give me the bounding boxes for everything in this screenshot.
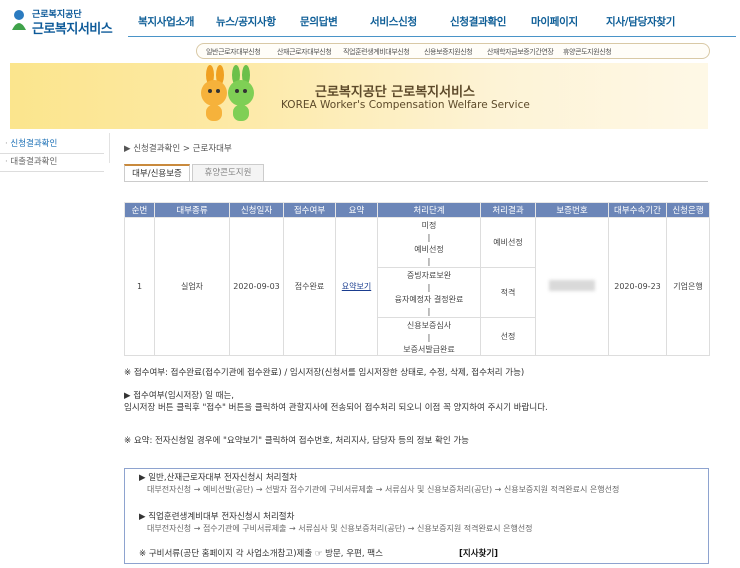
redacted-value [549, 280, 595, 291]
process-general-body: 대부전자신청 → 예비선발(공단) → 선발자 접수기관에 구비서류제출 → 서… [147, 485, 620, 494]
process-training-title: ▶ 직업훈련생계비대부 전자신청시 처리절차 [139, 512, 295, 522]
find-branch-link[interactable]: [지사찾기] [459, 547, 498, 559]
stage-block: 증빙자료보완 | 융자예정자 결정완료 | [378, 268, 480, 318]
col-header: 대부종류 [154, 202, 230, 218]
col-header: 처리단계 [377, 202, 481, 218]
cell-stages: 미정 | 예비선정 | 증빙자료보완 | 융자예정자 결정완료 | 신용보증심사… [377, 217, 481, 356]
col-header: 순번 [124, 202, 155, 218]
col-header: 신청일자 [229, 202, 284, 218]
cell-guarantee-no [535, 217, 609, 356]
gnb-item-intro[interactable]: 복지사업소개 [138, 14, 194, 29]
hero-banner: 근로복지공단 근로복지서비스 KOREA Worker's Compensati… [10, 63, 708, 129]
side-menu-label: 대출결과확인 [10, 157, 58, 167]
cell-date: 2020-09-03 [229, 217, 284, 356]
breadcrumb: ▶ 신청결과확인 > 근로자대부 [124, 144, 232, 154]
note-summary: ※ 요약: 전자신청일 경우에 "요약보기" 클릭하여 접수번호, 처리지사, … [124, 436, 469, 446]
table-header-row: 순번 대부종류 신청일자 접수여부 요약 처리단계 처리결과 보증번호 대부수속… [124, 202, 710, 218]
stage-label: 미정 [421, 221, 437, 230]
stage-connector: | [427, 283, 431, 292]
stage-connector: | [427, 307, 431, 316]
gnb-item-mypage[interactable]: 마이페이지 [531, 14, 578, 29]
gnb-item-qna[interactable]: 문의답변 [300, 14, 338, 29]
stage-label: 예비선정 [414, 245, 444, 254]
cell-period: 2020-09-23 [608, 217, 667, 356]
gnb-item-result[interactable]: 신청결과확인 [450, 14, 506, 29]
note-status: ※ 접수여부: 접수완료(접수기관에 접수완료) / 임시저장(신청서를 임시저… [124, 368, 525, 378]
table-row: 1 실업자 2020-09-03 접수완료 요약보기 미정 | 예비선정 | 증… [124, 217, 710, 356]
stage-block: 신용보증심사 | 보증서발급완료 [379, 318, 480, 355]
cell-type: 실업자 [154, 217, 230, 356]
process-info-box: ▶ 일반,산재근로자대부 전자신청시 처리절차 대부전자신청 → 예비선발(공단… [124, 468, 709, 564]
result-value: 예비선정 [481, 219, 535, 268]
required-docs-note: ※ 구비서류(공단 홈페이지 각 사업소개참고)제출 ☞ 방문, 우편, 팩스 [139, 549, 383, 559]
side-menu-label: 신청결과확인 [10, 139, 58, 149]
banner-subtitle: KOREA Worker's Compensation Welfare Serv… [281, 99, 530, 111]
stage-label: 융자예정자 결정완료 [394, 295, 464, 304]
subnav-item-general-loan[interactable]: 일반근로자대부신청 [206, 47, 261, 57]
stage-block: 미정 | 예비선정 | [378, 219, 480, 268]
banner-title: 근로복지공단 근로복지서비스 [315, 85, 476, 100]
gnb-item-apply[interactable]: 서비스신청 [370, 14, 417, 29]
process-training-body: 대부전자신청 → 접수기관에 구비서류제출 → 서류심사 및 신용보증처리(공단… [147, 524, 533, 533]
cell-results: 예비선정 적격 선정 [480, 217, 536, 356]
col-header: 대부수속기간 [608, 202, 667, 218]
logo-mark-icon [12, 10, 26, 30]
col-header: 요약 [335, 202, 378, 218]
stage-connector: | [427, 333, 431, 342]
subnav-item-condo[interactable]: 휴양콘도지원신청 [563, 47, 612, 57]
tab-underline [124, 181, 708, 182]
stage-connector: | [427, 233, 431, 242]
mascot-icon [201, 65, 254, 121]
note-temp-title: ▶ 접수여부(임시저장) 일 때는, [124, 391, 234, 401]
subnav-item-credit-guarantee[interactable]: 신용보증지원신청 [424, 47, 473, 57]
logo-service: 근로복지서비스 [32, 22, 113, 37]
side-menu-item-loan-result[interactable]: · 대출결과확인 [0, 154, 104, 172]
stage-label: 보증서발급완료 [403, 345, 455, 354]
result-value: 적격 [481, 268, 535, 318]
logo[interactable]: 근로복지공단 근로복지서비스 [10, 7, 122, 37]
summary-link[interactable]: 요약보기 [342, 282, 371, 291]
stage-connector: | [427, 257, 431, 266]
result-table: 순번 대부종류 신청일자 접수여부 요약 처리단계 처리결과 보증번호 대부수속… [124, 202, 710, 356]
stage-label: 증빙자료보완 [406, 271, 452, 280]
subnav-item-industrial-loan[interactable]: 산재근로자대부신청 [277, 47, 332, 57]
side-menu: · 신청결과확인 · 대출결과확인 [0, 136, 104, 172]
col-header: 신청은행 [666, 202, 710, 218]
col-header: 접수여부 [283, 202, 336, 218]
col-header: 처리결과 [480, 202, 536, 218]
gnb-item-branch[interactable]: 지사/담당자찾기 [606, 14, 675, 29]
side-menu-item-result[interactable]: · 신청결과확인 [0, 136, 104, 154]
note-temp-body: 임시저장 버튼 클릭후 "접수" 버튼을 클릭하여 관할지사에 전송되어 접수처… [124, 403, 548, 413]
result-value: 선정 [500, 332, 516, 341]
tab-loan-guarantee[interactable]: 대부/신용보증 [124, 164, 190, 182]
cell-status: 접수완료 [283, 217, 336, 356]
nav-divider [128, 36, 736, 37]
cell-summary: 요약보기 [335, 217, 378, 356]
stage-label: 신용보증심사 [406, 321, 452, 330]
process-general-title: ▶ 일반,산재근로자대부 전자신청시 처리절차 [139, 473, 298, 483]
tab-condo[interactable]: 휴양콘도지원 [192, 164, 264, 182]
subnav-item-training-loan[interactable]: 직업훈련생계비대부신청 [343, 47, 410, 57]
divider [109, 133, 110, 163]
cell-bank: 기업은행 [666, 217, 710, 356]
subnav-item-tuition-extension[interactable]: 산재학자금보증기간연장 [487, 47, 554, 57]
cell-no: 1 [124, 217, 155, 356]
sub-nav: 일반근로자대부신청 산재근로자대부신청 직업훈련생계비대부신청 신용보증지원신청… [196, 43, 710, 59]
gnb-item-news[interactable]: 뉴스/공지사항 [216, 14, 276, 29]
col-header: 보증번호 [535, 202, 609, 218]
